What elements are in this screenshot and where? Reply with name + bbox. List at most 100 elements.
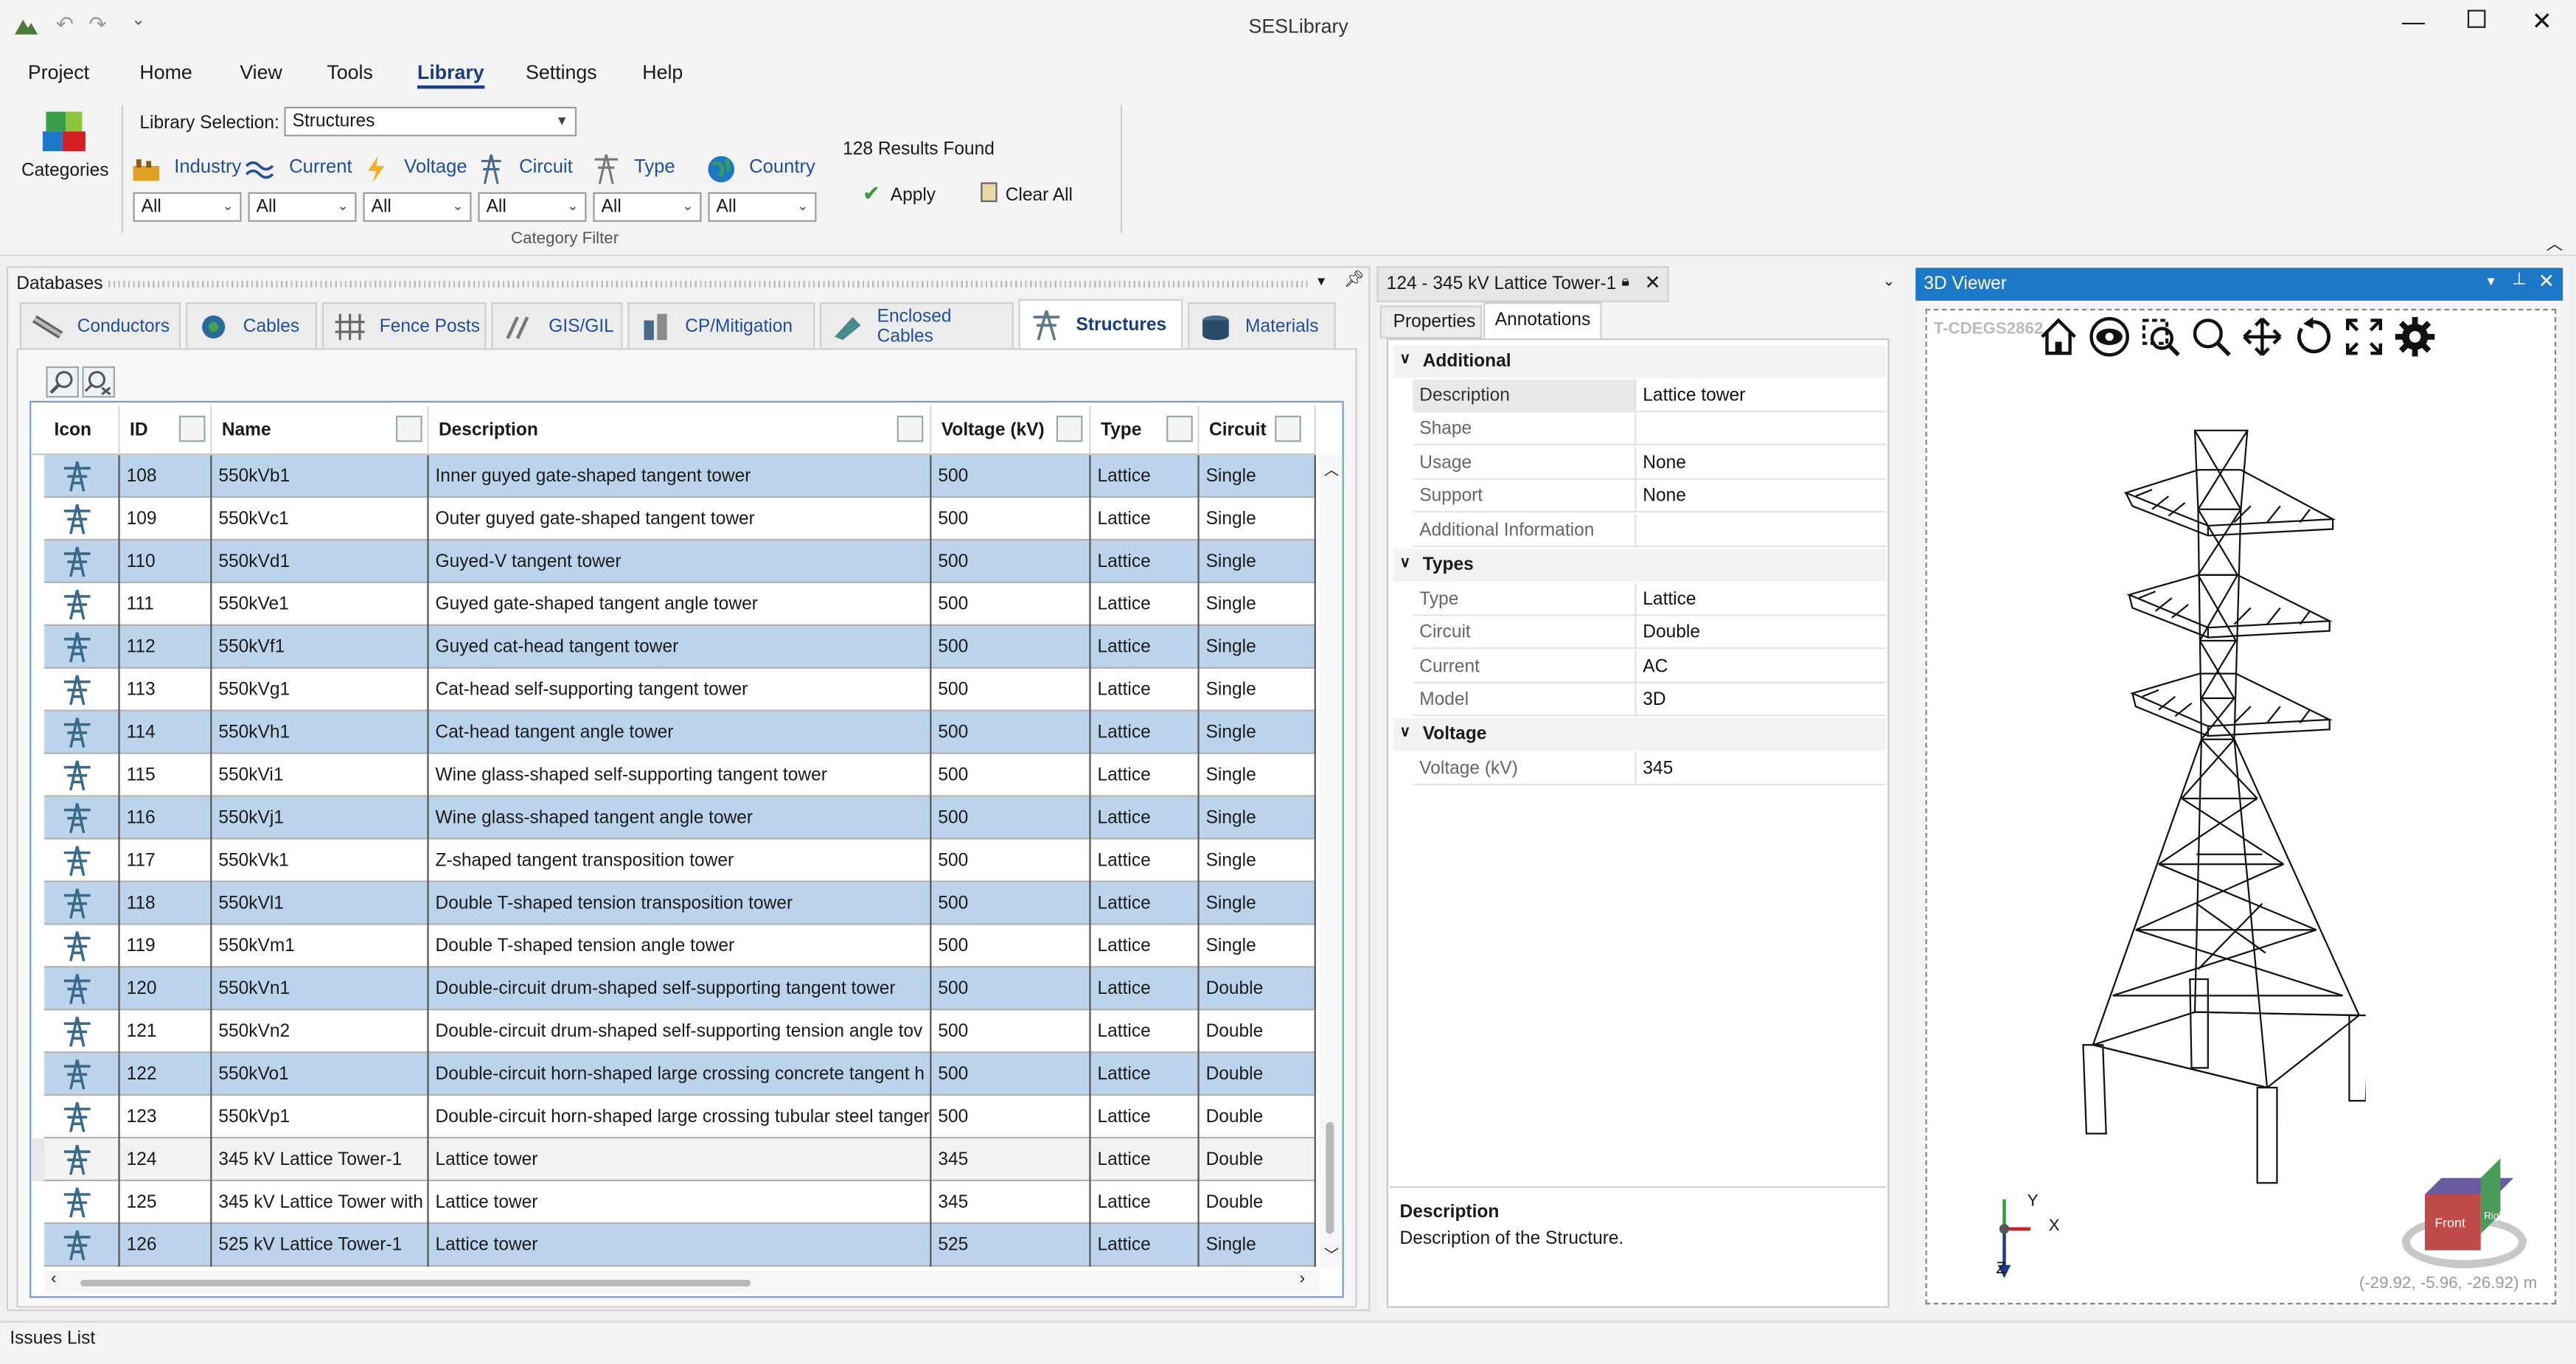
scroll-down-icon[interactable]: ﹀ (1324, 1244, 1339, 1265)
section-voltage[interactable]: ∨ Voltage (1393, 717, 1887, 751)
current-filter-dropdown[interactable]: All ⌄ (248, 192, 357, 222)
filter-icon[interactable] (1275, 415, 1301, 442)
tab-properties[interactable]: Properties (1379, 305, 1482, 339)
horizontal-scroll-thumb[interactable] (80, 1279, 751, 1287)
library-selection-dropdown[interactable]: Structures ▼ (284, 106, 577, 136)
close-tab-icon[interactable]: ✕ (1645, 271, 1661, 294)
filter-icon[interactable] (396, 415, 422, 442)
tab-cables[interactable]: Cables (185, 302, 318, 349)
industry-filter-dropdown[interactable]: All ⌄ (133, 192, 242, 222)
circuit-label[interactable]: Circuit (519, 158, 573, 178)
pin-icon[interactable]: 📌︎ (1344, 271, 1365, 290)
property-row-shape[interactable]: Shape (1413, 412, 1887, 445)
tab-enclosed-cables[interactable]: Enclosed Cables (819, 302, 1014, 349)
zoom-icon[interactable] (2190, 316, 2232, 358)
tab-structures[interactable]: Structures (1018, 299, 1183, 349)
table-row[interactable]: 126 525 kV Lattice Tower-1 Lattice tower 52… (44, 1224, 1316, 1267)
collapse-ribbon-icon[interactable]: ︿ (2547, 230, 2563, 255)
table-row[interactable]: 119 550kVm1 Double T-shaped tension angle … (44, 925, 1316, 968)
type-filter-dropdown[interactable]: All ⌄ (593, 192, 702, 222)
panel-menu-icon[interactable]: ▾ (1317, 273, 1325, 291)
tab-conductors[interactable]: Conductors (19, 302, 181, 349)
menu-tools[interactable]: Tools (327, 60, 372, 83)
issues-list-tab[interactable]: Issues List (10, 1329, 95, 1349)
country-label[interactable]: Country (749, 158, 815, 178)
scroll-up-icon[interactable]: ︿ (1324, 459, 1339, 480)
table-row[interactable]: 109 550kVc1 Outer guyed gate-shaped tangen… (44, 498, 1316, 541)
trash-icon[interactable] (981, 182, 998, 203)
table-row[interactable]: 111 550kVe1 Guyed gate-shaped tangent angl… (44, 583, 1316, 626)
minimize-icon[interactable]: — (2402, 8, 2425, 35)
redo-icon[interactable]: ↷ (88, 12, 106, 38)
table-row[interactable]: 118 550kVl1 Double T-shaped tension transp… (44, 882, 1316, 925)
tab-cp-mitigation[interactable]: CP/Mitigation (627, 302, 815, 349)
property-row-type[interactable]: Type Lattice (1413, 583, 1887, 616)
property-row-description[interactable]: Description Lattice tower (1413, 379, 1887, 413)
property-row-support[interactable]: Support None (1413, 479, 1887, 513)
current-label[interactable]: Current (289, 158, 352, 178)
menu-view[interactable]: View (240, 60, 282, 83)
table-row[interactable]: 125 345 kV Lattice Tower with S Lattice to… (44, 1181, 1316, 1225)
table-row[interactable]: 108 550kVb1 Inner guyed gate-shaped tangen… (44, 455, 1316, 498)
property-row-voltage[interactable]: Voltage (kV) 345 (1413, 752, 1887, 786)
section-additional[interactable]: ∨ Additional (1393, 344, 1887, 378)
filter-icon[interactable] (178, 415, 206, 442)
clear-all-button[interactable]: Clear All (1006, 186, 1073, 206)
menu-library[interactable]: Library (417, 60, 484, 89)
maximize-icon[interactable] (2467, 10, 2486, 28)
gear-icon[interactable] (2394, 316, 2437, 358)
close-icon[interactable]: ✕ (2538, 269, 2555, 292)
vertical-scroll-thumb[interactable] (1326, 1121, 1334, 1234)
table-row[interactable]: 123 550kVp1 Double-circuit horn-shaped lar… (44, 1096, 1316, 1139)
voltage-filter-dropdown[interactable]: All ⌄ (363, 192, 472, 222)
home-icon[interactable] (2037, 316, 2080, 358)
filter-icon[interactable] (897, 415, 924, 442)
search-icon[interactable] (46, 366, 79, 398)
vertical-scrollbar[interactable]: ︿ ﹀ (1319, 455, 1343, 1267)
menu-settings[interactable]: Settings (526, 60, 597, 83)
table-row[interactable]: 115 550kVi1 Wine glass-shaped self-support… (44, 754, 1316, 797)
scroll-right-icon[interactable]: › (1300, 1270, 1305, 1288)
pan-icon[interactable] (2241, 316, 2283, 358)
apply-check-icon[interactable]: ✔ (863, 181, 880, 207)
voltage-label[interactable]: Voltage (404, 158, 467, 178)
table-row[interactable]: 122 550kVo1 Double-circuit horn-shaped lar… (44, 1053, 1316, 1096)
undo-icon[interactable]: ↶ (56, 12, 74, 38)
table-row[interactable]: 124 345 kV Lattice Tower-1 Lattice tower 34… (44, 1138, 1316, 1182)
property-row-current[interactable]: Current AC (1413, 650, 1887, 683)
scroll-left-icon[interactable]: ‹ (51, 1270, 56, 1288)
property-row-additional-information[interactable]: Additional Information (1413, 514, 1887, 548)
column-header-icon[interactable]: Icon (44, 406, 120, 456)
menu-home[interactable]: Home (139, 60, 192, 83)
table-row[interactable]: 110 550kVd1 Guyed-V tangent tower 500 Lattic… (44, 540, 1316, 584)
categories-icon[interactable] (42, 111, 88, 158)
country-filter-dropdown[interactable]: All ⌄ (708, 192, 817, 222)
property-row-circuit[interactable]: Circuit Double (1413, 616, 1887, 650)
table-row[interactable]: 116 550kVj1 Wine glass-shaped tangent angl… (44, 796, 1316, 840)
document-list-icon[interactable]: ⌄ (1883, 273, 1896, 291)
rotate-icon[interactable] (2291, 316, 2334, 358)
tab-gis-gil[interactable]: GIS/GIL (491, 302, 623, 349)
quick-access-dropdown-icon[interactable]: ⌄ (131, 12, 145, 30)
tab-annotations[interactable]: Annotations (1483, 302, 1602, 339)
column-header-description[interactable]: Description (429, 406, 932, 456)
horizontal-scrollbar[interactable]: ‹ › (44, 1270, 1320, 1293)
industry-label[interactable]: Industry (174, 158, 241, 178)
tab-fence-posts[interactable]: Fence Posts (321, 302, 487, 349)
table-row[interactable]: 114 550kVh1 Cat-head tangent angle tower 50… (44, 711, 1316, 754)
table-row[interactable]: 120 550kVn1 Double-circuit drum-shaped sel… (44, 967, 1316, 1011)
table-row[interactable]: 121 550kVn2 Double-circuit drum-shaped sel… (44, 1010, 1316, 1054)
type-label[interactable]: Type (634, 158, 675, 178)
tab-materials[interactable]: Materials (1188, 302, 1336, 349)
apply-button[interactable]: Apply (891, 186, 936, 206)
menu-help[interactable]: Help (642, 60, 683, 83)
view-eye-icon[interactable] (2088, 316, 2131, 358)
table-row[interactable]: 117 550kVk1 Z-shaped tangent transposition… (44, 839, 1316, 883)
filter-icon[interactable] (1056, 415, 1083, 442)
section-types[interactable]: ∨ Types (1393, 549, 1887, 582)
clear-search-icon[interactable] (82, 366, 115, 398)
circuit-filter-dropdown[interactable]: All ⌄ (478, 192, 587, 222)
menu-project[interactable]: Project (28, 60, 89, 83)
fit-view-icon[interactable] (2343, 316, 2386, 358)
pin-icon[interactable]: ⊥ (2512, 271, 2526, 290)
